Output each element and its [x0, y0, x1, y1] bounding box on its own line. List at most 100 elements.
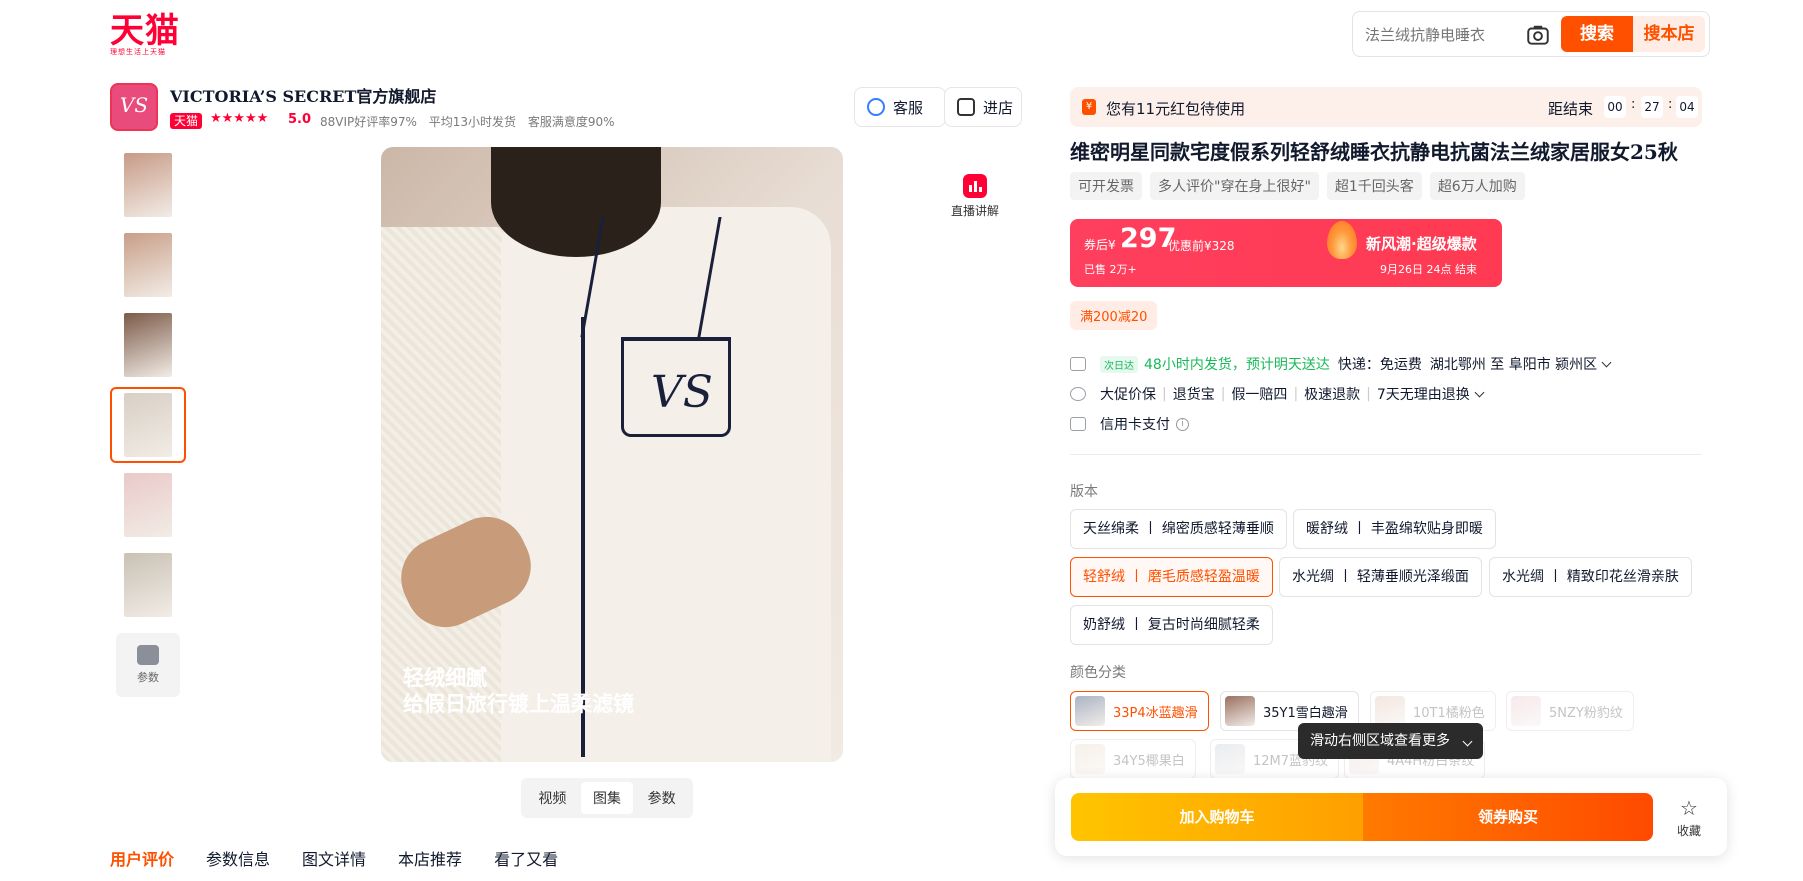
thumbnail-image — [124, 153, 172, 217]
image-collar-shape — [580, 217, 722, 337]
tab-gallery[interactable]: 图集 — [580, 782, 633, 814]
sold-count: 已售 2万+ — [1084, 263, 1137, 276]
gallery-thumbnail[interactable] — [110, 387, 186, 463]
chevron-down-icon[interactable] — [1474, 387, 1485, 397]
next-day-badge: 次日达 — [1100, 355, 1138, 373]
params-thumbnail[interactable]: 参数 — [116, 633, 180, 697]
guarantee-7day-return[interactable]: 7天无理由退换 — [1377, 384, 1470, 404]
shop-stat-service: 客服满意度90% — [527, 115, 615, 129]
favorite-button[interactable]: ☆ 收藏 — [1669, 798, 1709, 839]
bottom-section-nav: 用户评价 参数信息 图文详情 本店推荐 看了又看 — [110, 846, 558, 870]
color-option-selected[interactable]: 33P4冰蓝趣滑 — [1070, 691, 1209, 731]
tab-video[interactable]: 视频 — [526, 782, 578, 814]
shop-logo[interactable]: VS — [110, 83, 158, 131]
color-option-label: 5NZY粉豹纹 — [1549, 705, 1623, 721]
buy-now-button[interactable]: 领券购买 — [1363, 793, 1653, 841]
promo-end-date: 9月26日 24点 结束 — [1380, 263, 1477, 276]
version-label: 版本 — [1070, 484, 1098, 500]
countdown-label: 距结束 — [1548, 100, 1594, 118]
version-option[interactable]: 水光绸 丨 轻薄垂顺光泽缎面 — [1279, 557, 1482, 597]
color-option-disabled[interactable]: 5NZY粉豹纹 — [1506, 691, 1634, 731]
info-icon[interactable]: i — [1176, 417, 1189, 431]
shop-stat-ship-time: 平均13小时发货 — [428, 115, 517, 129]
star-icon: ☆ — [1680, 796, 1698, 820]
favorite-label: 收藏 — [1676, 824, 1701, 838]
thumbnail-image — [124, 393, 172, 457]
countdown-seconds: 04 — [1676, 96, 1698, 118]
color-option-label: 35Y1雪白趣滑 — [1263, 705, 1348, 721]
countdown-hours: 00 — [1604, 96, 1626, 118]
live-explain-label: 直播讲解 — [950, 204, 999, 218]
search-store-button[interactable]: 搜本店 — [1633, 16, 1705, 52]
color-swatch — [1075, 696, 1105, 726]
shop-name[interactable]: VICTORIA’S SECRET官方旗舰店 — [170, 83, 436, 107]
search-box: 搜索 搜本店 — [1352, 11, 1710, 57]
delivery-route[interactable]: 湖北鄂州 至 阜阳市 颍州区 — [1430, 354, 1597, 374]
guarantee-fast-refund: 极速退款 — [1304, 387, 1361, 403]
live-explain-button[interactable]: 直播讲解 — [950, 174, 1000, 219]
vs-logo-mark: VS — [651, 367, 713, 418]
gallery-thumbnail[interactable] — [110, 467, 186, 543]
tag-cart-adds: 超6万人加购 — [1429, 172, 1525, 200]
color-swatch — [1215, 744, 1245, 774]
price-card: 券后¥ 297 优惠前¥328 已售 2万+ 新风潮·超级爆款 9月26日 24… — [1070, 219, 1502, 287]
guarantee-return-insurance: 退货宝 — [1172, 387, 1215, 403]
chevron-down-icon — [1463, 736, 1473, 747]
red-packet-bar[interactable]: ¥ 您有11元红包待使用 距结束 00 : 27 : 04 — [1070, 87, 1702, 127]
nav-details[interactable]: 图文详情 — [302, 846, 366, 870]
color-swatch — [1511, 696, 1541, 726]
shop-stat-good-rate: 88VIP好评率97% — [320, 115, 417, 129]
shop-stats: 88VIP好评率97% 平均13小时发货 客服满意度90% — [320, 113, 623, 130]
nav-user-reviews[interactable]: 用户评价 — [110, 846, 174, 870]
color-option-label: 10T1橘粉色 — [1413, 705, 1485, 721]
gallery-thumbnail[interactable] — [110, 147, 186, 223]
version-option[interactable]: 暖舒绒 丨 丰盈绵软贴身即暖 — [1293, 509, 1496, 549]
delivery-row: 次日达 48小时内发货，预计明天送达 快递：免运费 湖北鄂州 至 阜阳市 颍州区 — [1070, 354, 1612, 374]
guarantee-price-protect: 大促价保 — [1100, 387, 1156, 403]
rating-stars: ★★★★★ — [210, 111, 269, 126]
live-chart-icon — [963, 174, 987, 198]
image-caption-line2: 给假日旅行镀上温柔滤镜 — [403, 692, 634, 716]
color-swatch — [1225, 696, 1255, 726]
payment-method: 信用卡支付 — [1100, 417, 1170, 433]
color-option-disabled[interactable]: 34Y5椰果白 — [1070, 739, 1196, 779]
tag-repeat-buyers: 超1千回头客 — [1326, 172, 1422, 200]
nav-also-viewed[interactable]: 看了又看 — [494, 846, 558, 870]
thumbnail-image — [124, 553, 172, 617]
color-label: 颜色分类 — [1070, 665, 1126, 681]
gallery-thumbnail[interactable] — [110, 307, 186, 383]
nav-params-info[interactable]: 参数信息 — [206, 846, 270, 870]
shield-icon — [1070, 387, 1086, 401]
credit-card-icon — [1070, 417, 1086, 431]
version-option[interactable]: 天丝绵柔 丨 绵密质感轻薄垂顺 — [1070, 509, 1287, 549]
red-packet-text: 您有11元红包待使用 — [1106, 100, 1246, 118]
coupon-badge[interactable]: 满200减20 — [1070, 301, 1158, 330]
main-product-image[interactable]: VS 轻绒细腻 给假日旅行镀上温柔滤镜 — [381, 147, 843, 762]
guarantee-row: 大促价保 | 退货宝 | 假一赔四 | 极速退款 | 7天无理由退换 — [1070, 384, 1485, 404]
gallery-thumbnail[interactable] — [110, 547, 186, 623]
version-option[interactable]: 奶舒绒 丨 复古时尚细腻轻柔 — [1070, 605, 1273, 645]
ship-time: 48小时内发货，预计明天送达 — [1144, 357, 1330, 373]
version-option-selected[interactable]: 轻舒绒 丨 磨毛质感轻盈温暖 — [1070, 557, 1273, 597]
countdown-colon: : — [1668, 97, 1673, 112]
express-fee: 快递：免运费 — [1337, 357, 1422, 373]
search-input[interactable] — [1365, 23, 1535, 47]
tag-reviews[interactable]: 多人评价"穿在身上很好" — [1150, 172, 1319, 200]
tmall-logo[interactable]: 天猫 — [110, 12, 180, 50]
chevron-down-icon[interactable] — [1601, 357, 1612, 367]
customer-service-button[interactable]: 客服 — [854, 87, 946, 127]
enter-store-label: 进店 — [983, 98, 1014, 117]
tab-params[interactable]: 参数 — [636, 782, 688, 814]
enter-store-button[interactable]: 进店 — [944, 87, 1022, 127]
gallery-view-tabs: 视频 图集 参数 — [521, 778, 693, 818]
version-option[interactable]: 水光绸 丨 精致印花丝滑亲肤 — [1489, 557, 1692, 597]
countdown-minutes: 27 — [1641, 96, 1663, 118]
add-to-cart-button[interactable]: 加入购物车 — [1071, 793, 1363, 841]
search-button[interactable]: 搜索 — [1561, 16, 1633, 52]
color-swatch — [1075, 744, 1105, 774]
camera-icon[interactable] — [1525, 22, 1551, 48]
nav-store-recommend[interactable]: 本店推荐 — [398, 846, 462, 870]
gallery-thumbnail[interactable] — [110, 227, 186, 303]
shop-logo-text: VS — [119, 93, 149, 117]
scroll-hint-text: 滑动右侧区域查看更多 — [1310, 733, 1450, 749]
